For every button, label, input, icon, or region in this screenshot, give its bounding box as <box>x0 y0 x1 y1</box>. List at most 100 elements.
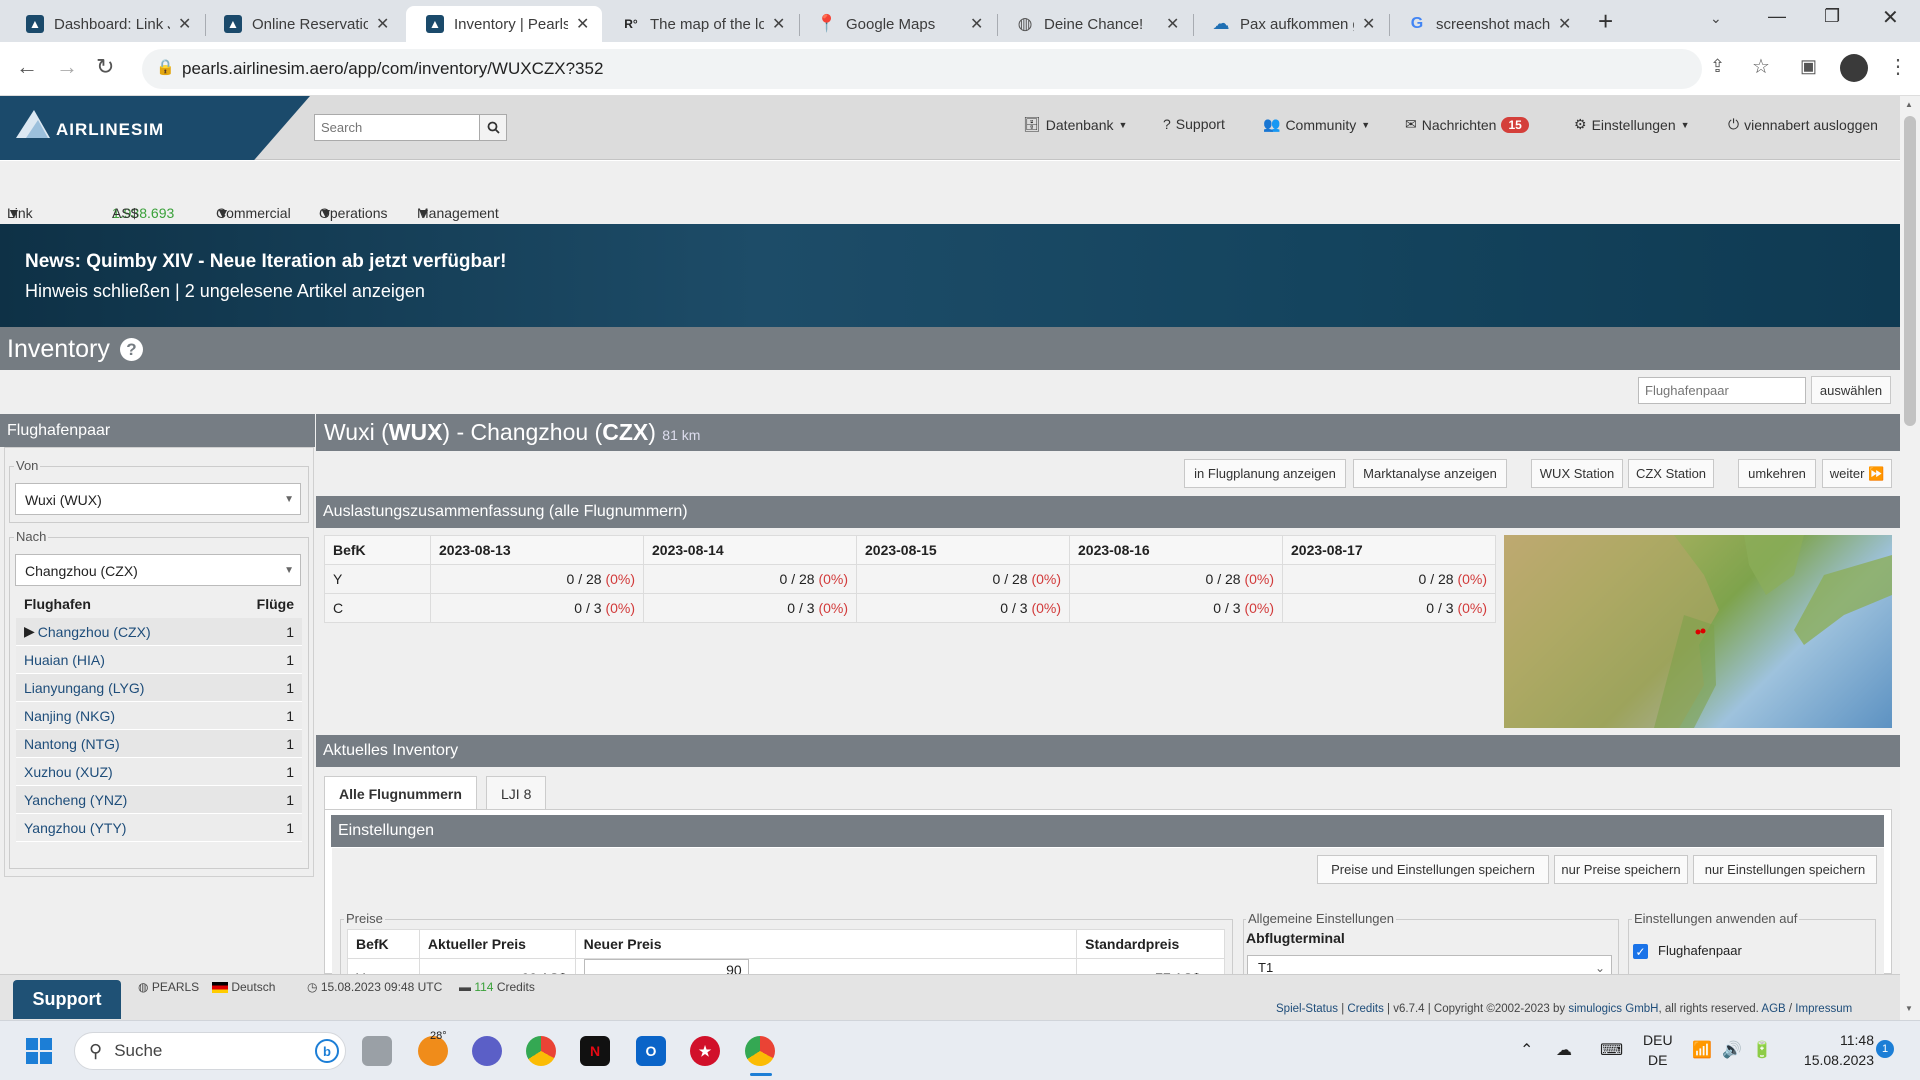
game-status-link[interactable]: Spiel-Status <box>1276 1003 1338 1015</box>
notification-badge[interactable]: 1 <box>1876 1040 1894 1058</box>
scroll-down-icon[interactable]: ▼ <box>1905 1004 1913 1013</box>
nav-nachrichten[interactable]: ✉ Nachrichten 15 <box>1405 116 1529 133</box>
support-button[interactable]: Support <box>13 980 121 1019</box>
credits-link[interactable]: Credits <box>1347 1003 1383 1015</box>
maximize-icon[interactable]: ❐ <box>1824 6 1840 27</box>
wux-station-button[interactable]: WUX Station <box>1531 459 1623 488</box>
browser-tab-pax[interactable]: ☁ Pax aufkommen g ✕ <box>1192 6 1388 42</box>
nav-community[interactable]: 👥 Community ▼ <box>1263 116 1370 133</box>
weiter-button[interactable]: weiter ⏩ <box>1822 459 1892 488</box>
teams-icon[interactable] <box>472 1036 502 1066</box>
apply-airport-pair-checkbox[interactable]: ✓ <box>1633 944 1648 959</box>
reload-icon[interactable]: ↻ <box>96 54 114 80</box>
browser-tab-screenshot[interactable]: G screenshot mache ✕ <box>1388 6 1584 42</box>
tab-all-flight-numbers[interactable]: Alle Flugnummern <box>324 776 477 810</box>
language-selector[interactable]: Deutsch <box>212 980 275 994</box>
bookmark-star-icon[interactable]: ☆ <box>1752 54 1770 79</box>
language-indicator[interactable]: DEU DE <box>1643 1030 1673 1070</box>
close-icon[interactable]: ✕ <box>178 14 194 34</box>
from-select[interactable]: Wuxi (WUX) ▼ <box>15 483 301 515</box>
save-settings-only-button[interactable]: nur Einstellungen speichern <box>1693 855 1877 884</box>
nav-support[interactable]: ? Support <box>1163 116 1225 132</box>
close-icon[interactable]: ✕ <box>1166 14 1182 34</box>
taskbar-clock[interactable]: 11:48 15.08.2023 <box>1790 1030 1874 1070</box>
address-bar[interactable]: 🔒 pearls.airlinesim.aero/app/com/invento… <box>142 49 1702 89</box>
caret-down-icon: ▼ <box>1361 119 1371 130</box>
menu-dots-icon[interactable]: ⋮ <box>1888 54 1908 79</box>
netflix-icon[interactable]: N <box>580 1036 610 1066</box>
task-view-icon[interactable] <box>362 1036 392 1066</box>
search-button[interactable] <box>479 114 507 141</box>
browser-tab-map[interactable]: R° The map of the lo ✕ <box>602 6 798 42</box>
close-icon[interactable]: ✕ <box>772 14 788 34</box>
nav-logout[interactable]: ⏻ viennabert ausloggen <box>1728 116 1878 133</box>
back-arrow-icon[interactable]: ← <box>16 54 38 80</box>
news-headline[interactable]: News: Quimby XIV - Neue Iteration ab jet… <box>25 251 506 273</box>
airport-row[interactable]: Nanjing (NKG) 1 <box>16 702 302 730</box>
airport-pair-input[interactable] <box>1638 377 1806 404</box>
tab-lji-8[interactable]: LJI 8 <box>486 776 547 810</box>
chevron-up-icon[interactable]: ⌃ <box>1520 1040 1533 1060</box>
agb-link[interactable]: AGB <box>1761 1003 1785 1015</box>
wifi-icon[interactable]: 📶 <box>1692 1040 1712 1060</box>
site-search-input[interactable] <box>314 114 480 141</box>
chevron-down-icon: ⌄ <box>1594 961 1605 975</box>
help-icon[interactable]: ? <box>120 338 143 361</box>
close-icon[interactable]: ✕ <box>1362 14 1378 34</box>
save-prices-and-settings-button[interactable]: Preise und Einstellungen speichern <box>1317 855 1549 884</box>
close-icon[interactable]: ✕ <box>576 14 592 34</box>
minimize-icon[interactable]: — <box>1768 6 1786 27</box>
airport-row[interactable]: Nantong (NTG) 1 <box>16 730 302 758</box>
browser-tab-chance[interactable]: ◍ Deine Chance! ✕ <box>996 6 1192 42</box>
outlook-icon[interactable]: O <box>636 1036 666 1066</box>
close-icon[interactable]: ✕ <box>970 14 986 34</box>
volume-icon[interactable]: 🔊 <box>1722 1040 1742 1060</box>
route-title: Wuxi (WUX) - Changzhou (CZX) 81 km <box>316 414 1900 451</box>
scrollbar-thumb[interactable] <box>1904 116 1916 426</box>
chrome-active-icon[interactable] <box>745 1036 775 1066</box>
close-icon[interactable]: ✕ <box>376 14 392 34</box>
airport-row[interactable]: Lianyungang (LYG) 1 <box>16 674 302 702</box>
window-close-icon[interactable]: ✕ <box>1882 5 1899 30</box>
nav-datenbank[interactable]: 🗄 Datenbank ▼ <box>1023 116 1127 133</box>
database-icon: 🗄 <box>1023 116 1041 132</box>
flugplanung-button[interactable]: in Flugplanung anzeigen <box>1184 459 1346 488</box>
side-panel-icon[interactable]: ▣ <box>1800 56 1817 77</box>
taskbar-search[interactable]: ⚲ Suche b <box>74 1032 346 1070</box>
news-links[interactable]: Hinweis schließen | 2 ungelesene Artikel… <box>25 281 425 302</box>
close-icon[interactable]: ✕ <box>1558 14 1574 34</box>
onedrive-icon[interactable]: ☁ <box>1556 1040 1572 1060</box>
share-icon[interactable]: ⇪ <box>1710 56 1725 77</box>
browser-tab-inventory[interactable]: ▲ Inventory | Pearls ✕ <box>406 6 602 42</box>
chrome-icon[interactable] <box>526 1036 556 1066</box>
scroll-up-icon[interactable]: ▲ <box>1905 100 1913 109</box>
select-pair-button[interactable]: auswählen <box>1811 376 1891 404</box>
browser-tab-google-maps[interactable]: 📍 Google Maps ✕ <box>798 6 996 42</box>
airport-row[interactable]: Yancheng (YNZ) 1 <box>16 786 302 814</box>
umkehren-button[interactable]: umkehren <box>1738 459 1816 488</box>
airport-row[interactable]: Yangzhou (YTY) 1 <box>16 814 302 842</box>
tab-search-icon[interactable]: ⌄ <box>1710 10 1722 27</box>
triangle-right-icon: ▶ <box>24 623 35 639</box>
browser-tab-dashboard[interactable]: ▲ Dashboard: Link J ✕ <box>6 6 204 42</box>
nav-einstellungen[interactable]: ⚙ Einstellungen ▼ <box>1574 116 1690 133</box>
airport-row[interactable]: Huaian (HIA) 1 <box>16 646 302 674</box>
czx-station-button[interactable]: CZX Station <box>1628 459 1714 488</box>
windows-start-icon[interactable] <box>26 1038 52 1064</box>
save-prices-only-button[interactable]: nur Preise speichern <box>1554 855 1688 884</box>
pokerstars-icon[interactable]: ★ <box>690 1036 720 1066</box>
airport-row[interactable]: Xuzhou (XUZ) 1 <box>16 758 302 786</box>
to-select[interactable]: Changzhou (CZX) ▼ <box>15 554 301 586</box>
forward-arrow-icon[interactable]: → <box>56 54 78 80</box>
page-scrollbar[interactable]: ▲ ▼ <box>1900 96 1920 1020</box>
keyboard-icon[interactable]: ⌨ <box>1600 1040 1623 1060</box>
profile-avatar[interactable] <box>1840 54 1868 82</box>
impressum-link[interactable]: Impressum <box>1795 1003 1852 1015</box>
battery-icon[interactable]: 🔋 <box>1752 1040 1772 1060</box>
airport-row[interactable]: ▶ Changzhou (CZX) 1 <box>16 618 302 646</box>
browser-tab-reservation[interactable]: ▲ Online Reservatio ✕ <box>204 6 402 42</box>
new-tab-button[interactable]: + <box>1598 6 1613 37</box>
clock-icon: ◷ <box>307 980 318 994</box>
company-link[interactable]: simulogics GmbH <box>1568 1003 1658 1015</box>
marktanalyse-button[interactable]: Marktanalyse anzeigen <box>1353 459 1507 488</box>
